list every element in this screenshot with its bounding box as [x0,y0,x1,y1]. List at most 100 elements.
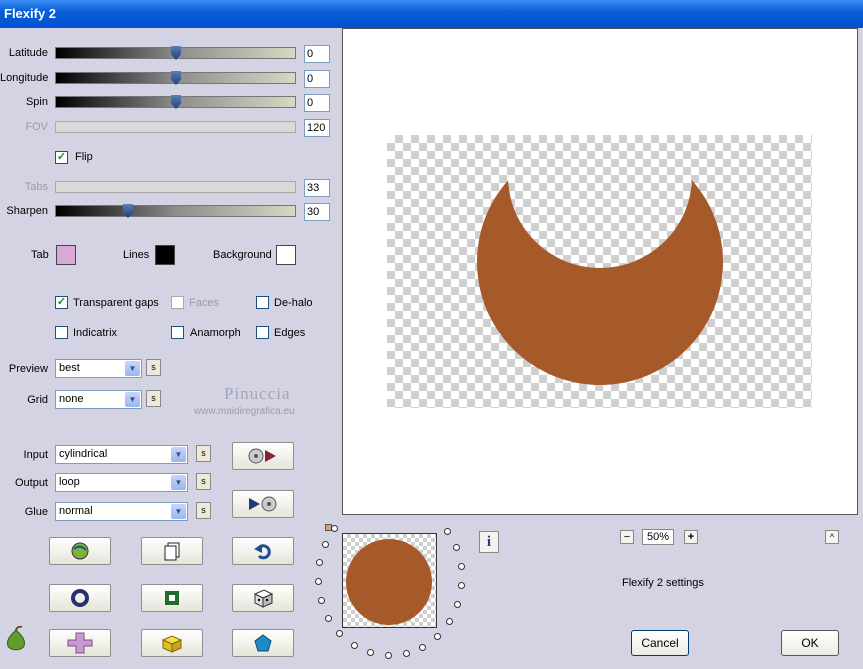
spin-value-field[interactable]: 0 [304,94,330,112]
dial-dot[interactable] [445,618,453,626]
sharpen-slider[interactable] [55,204,296,218]
output-select[interactable]: loop ▼ [55,473,188,492]
pentagon-icon [254,634,272,652]
navigator-thumbnail[interactable] [342,533,437,628]
thumbnail-image [346,539,432,625]
dial-dot[interactable] [419,643,427,651]
input-select[interactable]: cylindrical ▼ [55,445,188,464]
glue-select-label: Glue [24,506,48,518]
fov-label: FOV [25,121,48,133]
zoom-out-button[interactable]: − [620,530,634,544]
glue-select[interactable]: normal ▼ [55,502,188,521]
dial-dot[interactable] [350,641,358,649]
random-dice-button[interactable] [232,584,294,612]
cancel-button[interactable]: Cancel [631,630,689,656]
latitude-slider[interactable] [55,46,296,60]
latitude-slider-thumb[interactable] [171,46,181,60]
zoom-level: 50% [642,529,674,545]
dial-dot[interactable] [314,578,322,586]
undo-arrow-icon [254,544,271,560]
longitude-slider-thumb[interactable] [171,71,181,85]
spin-label: Spin [25,96,48,108]
title-bar: Flexify 2 [0,0,863,28]
cube-shape-button[interactable] [141,629,203,657]
copy-button[interactable] [141,537,203,565]
output-select-label: Output [14,477,48,489]
pentagon-shape-button[interactable] [232,629,294,657]
expand-up-button[interactable]: ^ [825,530,839,544]
dial-dot[interactable] [384,652,392,660]
flip-checkbox[interactable]: ✓ [55,151,68,164]
transparent-gaps-checkbox[interactable]: ✓ [55,296,68,309]
dial-dot[interactable] [325,615,333,623]
dial-dot[interactable] [457,562,465,570]
dialog-body: Latitude 0 Longitude 0 Spin 0 FOV 120 Tabs 33 Shar… [0,28,863,669]
cross-shape-button[interactable] [49,629,111,657]
zoom-in-button[interactable]: + [684,530,698,544]
ring-shape-button[interactable] [49,584,111,612]
dial-dot[interactable] [366,649,374,657]
glue-save-button[interactable]: s [196,502,211,519]
crescent-image [477,139,723,385]
globe-icon [71,542,89,560]
background-color-swatch[interactable] [276,245,296,265]
dial-dot[interactable] [452,544,460,552]
edges-checkbox[interactable] [256,326,269,339]
anamorph-checkbox[interactable] [171,326,184,339]
chevron-down-icon: ▼ [171,475,186,490]
longitude-label: Longitude [0,72,49,84]
tabs-value-field[interactable]: 33 [304,179,330,197]
dial-dot[interactable] [336,630,344,638]
faces-checkbox[interactable] [171,296,184,309]
grid-save-button[interactable]: s [146,390,161,407]
grid-select-value: none [59,393,84,405]
lines-color-swatch[interactable] [155,245,175,265]
randomize-globe-button[interactable] [49,537,111,565]
dehalo-checkbox[interactable] [256,296,269,309]
anamorph-label: Anamorph [190,327,241,339]
copy-input-to-output-button[interactable] [232,442,294,470]
square-shape-button[interactable] [141,584,203,612]
preview-save-button[interactable]: s [146,359,161,376]
edges-label: Edges [274,327,306,339]
preview-select-label: Preview [8,363,48,375]
indicatrix-checkbox[interactable] [55,326,68,339]
dial-dot[interactable] [317,597,325,605]
dial-dot[interactable] [331,524,339,532]
spin-slider[interactable] [55,95,296,109]
grid-select[interactable]: none ▼ [55,390,142,409]
flaming-pear-logo-icon [7,626,25,651]
dial-dot[interactable] [315,559,323,567]
sharpen-slider-thumb[interactable] [123,204,133,218]
dial-dot[interactable] [321,540,329,548]
info-button[interactable]: i [479,531,499,553]
copy-output-to-input-button[interactable] [232,490,294,518]
tab-color-swatch[interactable] [56,245,76,265]
preview-select[interactable]: best ▼ [55,359,142,378]
dial-dot[interactable] [458,582,466,590]
dehalo-label: De-halo [274,297,313,309]
chevron-down-icon: ▼ [125,361,140,376]
yellow-cube-icon [161,635,183,653]
spin-slider-thumb[interactable] [171,95,181,109]
dial-dot[interactable] [443,527,451,535]
longitude-slider[interactable] [55,71,296,85]
output-select-value: loop [59,476,80,488]
dial-dot[interactable] [434,632,442,640]
sharpen-value-field[interactable]: 30 [304,203,330,221]
ring-icon [71,589,89,607]
background-color-label: Background [213,249,272,261]
reset-button[interactable] [232,537,294,565]
input-save-button[interactable]: s [196,445,211,462]
dial-dot[interactable] [402,650,410,658]
preview-canvas[interactable] [342,28,858,515]
ok-button[interactable]: OK [781,630,839,656]
output-save-button[interactable]: s [196,473,211,490]
dial-dot[interactable] [454,601,462,609]
longitude-value-field[interactable]: 0 [304,70,330,88]
fov-value-field[interactable]: 120 [304,119,330,137]
fov-slider[interactable] [55,121,296,133]
indicatrix-label: Indicatrix [73,327,118,339]
latitude-value-field[interactable]: 0 [304,45,330,63]
tabs-slider[interactable] [55,181,296,193]
